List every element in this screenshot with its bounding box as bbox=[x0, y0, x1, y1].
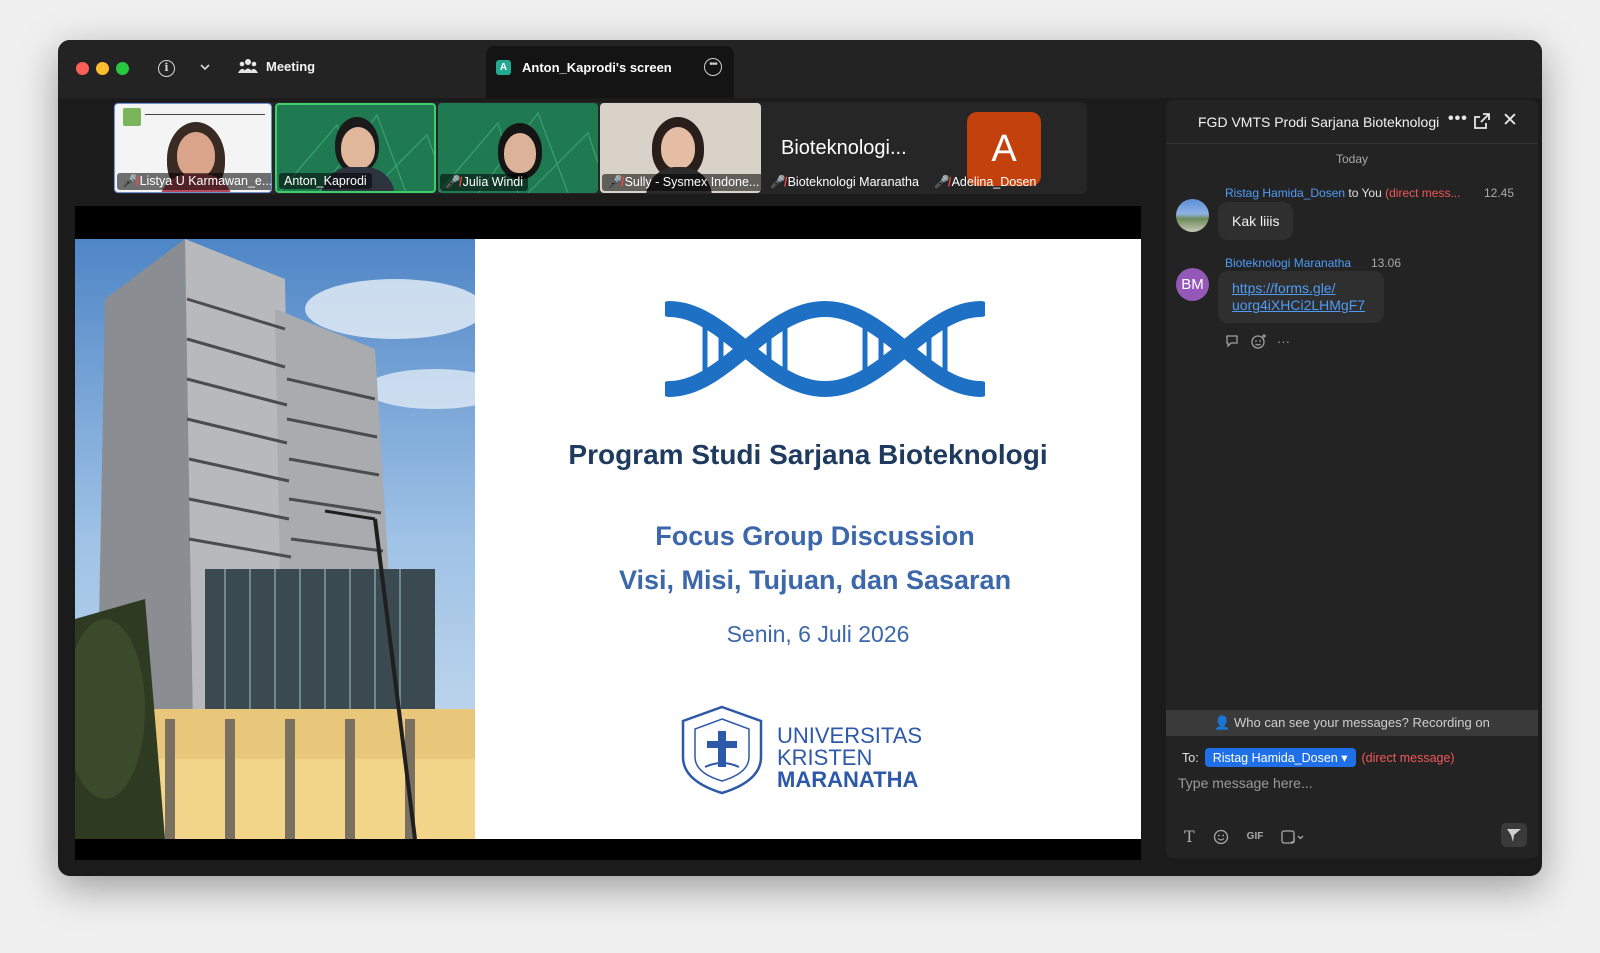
message-actions: ··· bbox=[1225, 333, 1290, 349]
presentation-slide: Program Studi Sarjana Bioteknologi Focus… bbox=[75, 239, 1141, 839]
chat-panel: FGD VMTS Prodi Sarjana Bioteknologi ••• … bbox=[1166, 100, 1538, 858]
message-input[interactable] bbox=[1178, 772, 1518, 794]
sender-name[interactable]: Ristag Hamida_Dosen bbox=[1225, 186, 1345, 200]
emoji-icon[interactable] bbox=[1213, 829, 1229, 845]
person-icon: 👤 bbox=[1214, 715, 1231, 730]
participant-tile[interactable]: 🎤̸ Listya U Karmawan_e... bbox=[114, 103, 272, 193]
video-off-label: Bioteknologi... bbox=[781, 137, 907, 159]
sender-name[interactable]: Bioteknologi Maranatha bbox=[1225, 256, 1351, 270]
slide-date: Senin, 6 Juli 2026 bbox=[726, 621, 910, 647]
campus-building-photo bbox=[75, 239, 475, 839]
chat-title: FGD VMTS Prodi Sarjana Bioteknologi bbox=[1198, 114, 1440, 130]
message-time: 12.45 bbox=[1484, 186, 1515, 200]
participant-name: Anton_Kaprodi bbox=[279, 173, 372, 189]
participant-tile-active-speaker[interactable]: Anton_Kaprodi bbox=[275, 103, 436, 193]
close-icon[interactable]: ✕ bbox=[1502, 109, 1518, 132]
participant-tile[interactable]: 🎤̸ Sully - Sysmex Indone... bbox=[600, 103, 761, 193]
logo-line: KRISTEN bbox=[777, 745, 873, 770]
slide-subtitle: Visi, Misi, Tujuan, dan Sasaran bbox=[618, 565, 1012, 595]
recipient-dropdown[interactable]: Ristag Hamida_Dosen ▾ bbox=[1204, 748, 1356, 767]
close-window-button[interactable] bbox=[76, 62, 89, 75]
participant-tile[interactable]: A 🎤̸ Adelina_Dosen bbox=[927, 103, 1087, 193]
participant-name: 🎤̸ Julia Windi bbox=[440, 174, 529, 191]
university-logotype: UNIVERSITAS KRISTEN MARANATHA bbox=[777, 725, 922, 791]
message-bubble: Kak liiis bbox=[1218, 202, 1294, 240]
logo-line: MARANATHA bbox=[777, 767, 919, 792]
tab-label: Anton_Kaprodi's screen bbox=[522, 60, 672, 75]
screenshot-icon[interactable] bbox=[1281, 829, 1305, 845]
slide-content: Program Studi Sarjana Bioteknologi Focus… bbox=[475, 239, 1141, 839]
recipient-label: to You bbox=[1348, 186, 1382, 200]
avatar bbox=[1176, 199, 1209, 232]
direct-message-label: (direct message) bbox=[1361, 750, 1455, 765]
title-bar: i Meeting A Anton_Kaprodi's screen ••• bbox=[58, 40, 1542, 98]
participant-name: 🎤̸ Listya U Karmawan_e... bbox=[117, 173, 271, 190]
reply-icon[interactable] bbox=[1225, 334, 1241, 348]
privacy-notice[interactable]: 👤 Who can see your messages? Recording o… bbox=[1166, 710, 1538, 736]
text-format-icon[interactable]: T bbox=[1184, 827, 1195, 846]
send-button[interactable] bbox=[1501, 823, 1527, 847]
chat-header: FGD VMTS Prodi Sarjana Bioteknologi ••• … bbox=[1166, 100, 1538, 144]
sharer-badge: A bbox=[496, 60, 511, 75]
recipient-row: To: Ristag Hamida_Dosen ▾ (direct messag… bbox=[1182, 748, 1455, 767]
participant-name: 🎤̸ Bioteknologi Maranatha bbox=[770, 175, 919, 189]
form-link[interactable]: uorg4iXHCi2LHMgF7 bbox=[1232, 297, 1370, 314]
tab-shared-screen[interactable]: A Anton_Kaprodi's screen ••• bbox=[486, 46, 734, 98]
shared-screen: Program Studi Sarjana Bioteknologi Focus… bbox=[75, 206, 1141, 860]
info-icon[interactable]: i bbox=[158, 60, 175, 77]
more-actions-icon[interactable]: ··· bbox=[1277, 334, 1290, 349]
logo-line: UNIVERSITAS bbox=[777, 723, 923, 748]
participant-name: 🎤̸ Adelina_Dosen bbox=[934, 175, 1037, 189]
message-meta: Bioteknologi Maranatha bbox=[1225, 256, 1351, 270]
participant-name: 🎤̸ Sully - Sysmex Indone... bbox=[602, 174, 761, 191]
participant-strip: 🎤̸ Listya U Karmawan_e... Anton_Kaprodi 🎤… bbox=[113, 102, 1087, 194]
dna-helix-icon bbox=[665, 300, 985, 398]
pop-out-icon[interactable] bbox=[1474, 113, 1490, 129]
chevron-down-icon[interactable] bbox=[199, 60, 211, 78]
meeting-window: i Meeting A Anton_Kaprodi's screen ••• 🎤… bbox=[58, 40, 1542, 876]
slide-title: Program Studi Sarjana Bioteknologi bbox=[568, 439, 1048, 470]
gif-icon[interactable]: GIF bbox=[1247, 831, 1264, 842]
message-meta: Ristag Hamida_Dosen to You (direct mess.… bbox=[1225, 186, 1460, 200]
form-link[interactable]: https://forms.gle/ bbox=[1232, 280, 1370, 297]
to-label: To: bbox=[1182, 750, 1199, 765]
more-options-icon[interactable]: ••• bbox=[704, 58, 722, 76]
avatar: BM bbox=[1176, 268, 1209, 301]
meeting-menu[interactable]: Meeting bbox=[238, 58, 315, 74]
participant-tile[interactable]: 🎤̸ Julia Windi bbox=[438, 103, 598, 193]
participants-icon bbox=[238, 59, 258, 73]
message-bubble: https://forms.gle/ uorg4iXHCi2LHMgF7 bbox=[1218, 271, 1384, 323]
more-icon[interactable]: ••• bbox=[1448, 110, 1468, 128]
direct-message-label: (direct mess... bbox=[1385, 186, 1461, 200]
message-time: 13.06 bbox=[1371, 256, 1402, 270]
composer-toolbar: T GIF bbox=[1184, 827, 1305, 846]
logo-icon bbox=[123, 108, 141, 126]
add-reaction-icon[interactable] bbox=[1251, 333, 1267, 349]
slide-subtitle: Focus Group Discussion bbox=[655, 521, 975, 551]
minimize-window-button[interactable] bbox=[96, 62, 109, 75]
send-icon bbox=[1507, 829, 1521, 842]
university-seal-icon bbox=[681, 705, 763, 795]
meeting-label: Meeting bbox=[266, 58, 316, 74]
participant-tile[interactable]: Bioteknologi... 🎤̸ Bioteknologi Maranatha bbox=[763, 103, 925, 193]
maximize-window-button[interactable] bbox=[116, 62, 129, 75]
day-divider: Today bbox=[1335, 152, 1369, 166]
